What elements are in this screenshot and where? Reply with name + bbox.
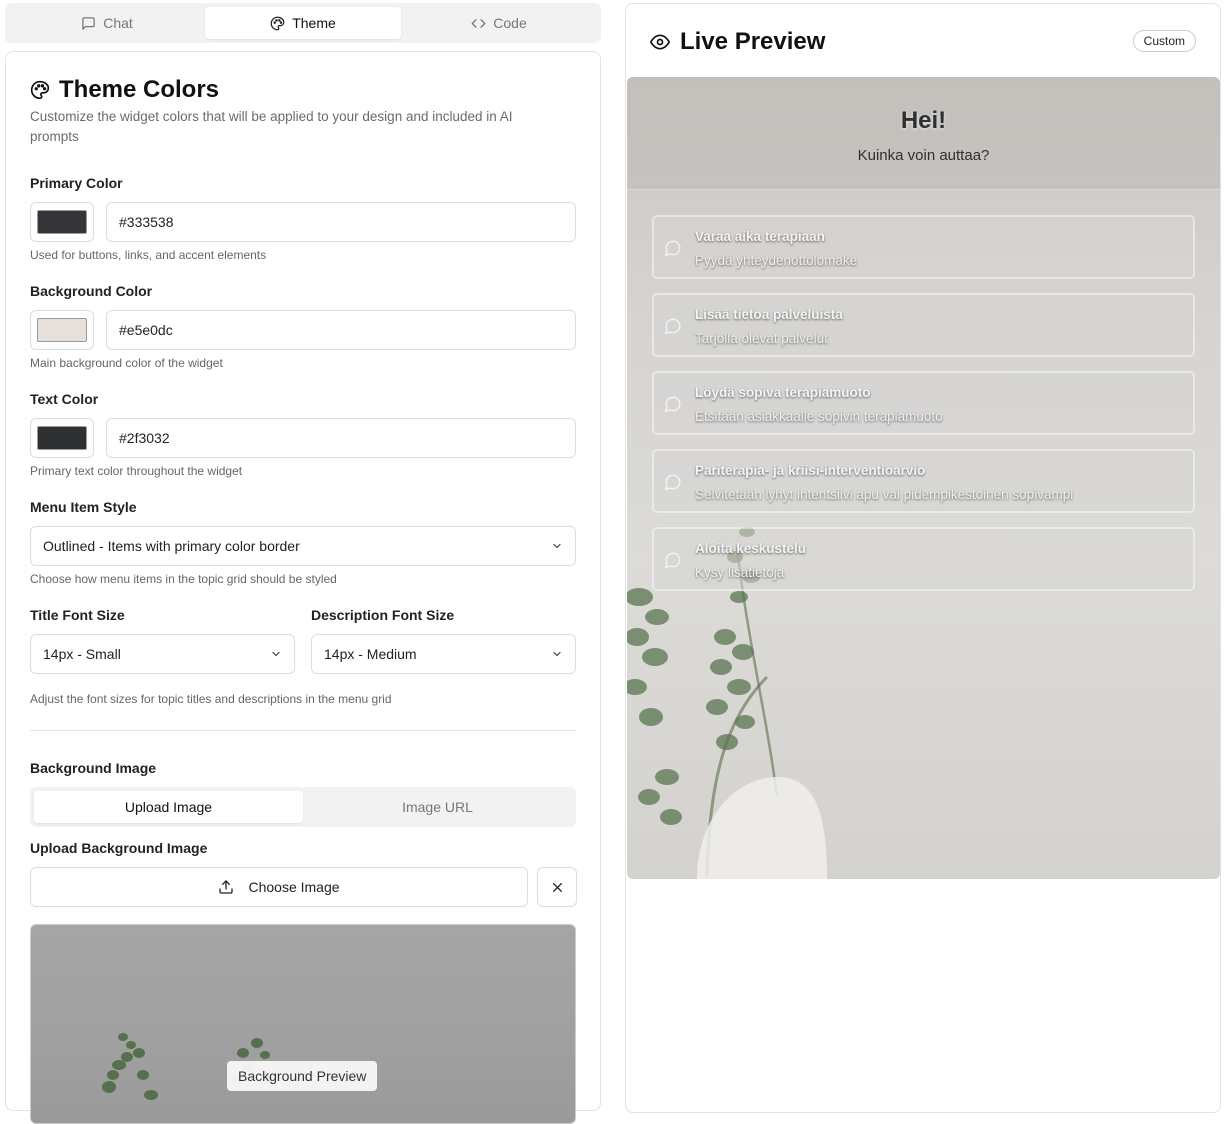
primary-color-help: Used for buttons, links, and accent elem… (30, 248, 267, 262)
clear-image-button[interactable] (537, 867, 577, 907)
tab-bar: Chat Theme Code (5, 3, 601, 43)
desc-font-select[interactable]: 14px - Medium (311, 634, 576, 674)
topic-item[interactable]: Pariterapia- ja kriisi-interventioarvio … (652, 449, 1195, 513)
topic-title: Aloita keskustelu (695, 541, 807, 556)
text-color-help: Primary text color throughout the widget (30, 464, 243, 478)
theme-title: Theme Colors (30, 76, 219, 104)
background-preview-caption: Background Preview (227, 1061, 378, 1091)
message-circle-icon (664, 552, 681, 569)
close-icon (552, 882, 562, 892)
text-color-label: Text Color (30, 391, 99, 407)
tab-code[interactable]: Code (401, 7, 597, 39)
image-url-tab[interactable]: Image URL (303, 791, 572, 823)
text-color-swatch (37, 426, 87, 450)
topic-title: Lisää tietoa palveluista (695, 307, 843, 322)
live-preview-title: Live Preview (650, 28, 825, 56)
background-color-picker[interactable] (30, 310, 94, 350)
primary-color-input[interactable]: #333538 (106, 202, 576, 242)
menu-style-help: Choose how menu items in the topic grid … (30, 572, 337, 586)
primary-color-swatch (37, 210, 87, 234)
code-icon (471, 18, 486, 28)
widget-greeting: Hei! (900, 107, 947, 134)
desc-font-label: Description Font Size (311, 607, 455, 623)
chevron-down-icon (553, 651, 561, 657)
plant-image (102, 1033, 277, 1100)
desc-font-value: 14px - Medium (324, 646, 417, 662)
topic-title: Varaa aika terapiaan (695, 229, 825, 244)
topic-menu: Varaa aika terapiaan Pyydä yhteydenottol… (652, 215, 1195, 605)
background-color-input[interactable]: #e5e0dc (106, 310, 576, 350)
topic-item[interactable]: Löydä sopiva terapiamuoto Etsitään asiak… (652, 371, 1195, 435)
topic-item[interactable]: Aloita keskustelu Kysy lisätietoja (652, 527, 1195, 591)
tab-theme-label: Theme (292, 15, 336, 31)
theme-title-text: Theme Colors (59, 76, 220, 103)
topic-item[interactable]: Lisää tietoa palveluista Tarjolla olevat… (652, 293, 1195, 357)
text-color-input[interactable]: #2f3032 (106, 418, 576, 458)
upload-image-tab[interactable]: Upload Image (34, 791, 303, 823)
theme-panel: Theme Colors Customize the widget colors… (5, 51, 601, 1124)
background-color-help: Main background color of the widget (30, 356, 223, 370)
font-size-help: Adjust the font sizes for topic titles a… (30, 692, 392, 706)
primary-color-picker[interactable] (30, 202, 94, 242)
menu-style-select[interactable]: Outlined - Items with primary color bord… (30, 526, 576, 566)
topic-description: Selvitetään lyhyt intentsiivi apu vai pi… (695, 487, 1074, 502)
chevron-down-icon (272, 651, 280, 657)
background-color-label: Background Color (30, 283, 153, 299)
topic-description: Etsitään asiakkaalle sopivin terapiamuot… (695, 409, 943, 424)
chat-widget-preview: Hei! Kuinka voin auttaa? Varaa aika tera… (627, 77, 1220, 879)
live-preview-panel: Live Preview Custom Hei! Kuinka voin aut… (625, 3, 1221, 1113)
topic-item[interactable]: Varaa aika terapiaan Pyydä yhteydenottol… (652, 215, 1195, 279)
choose-image-button[interactable]: Choose Image (30, 867, 528, 907)
tab-chat-label: Chat (103, 15, 133, 31)
topic-description: Tarjolla olevat palvelut (695, 331, 828, 346)
bg-image-label: Background Image (30, 760, 157, 776)
menu-style-label: Menu Item Style (30, 499, 137, 515)
widget-subgreeting: Kuinka voin auttaa? (857, 147, 990, 164)
primary-color-label: Primary Color (30, 175, 123, 191)
background-preview-image: Background Preview (30, 924, 576, 1124)
bg-image-source-toggle: Upload Image Image URL (30, 787, 576, 827)
title-font-select[interactable]: 14px - Small (30, 634, 295, 674)
background-color-swatch (37, 318, 87, 342)
live-preview-title-text: Live Preview (680, 28, 826, 55)
title-font-label: Title Font Size (30, 607, 125, 623)
theme-subtitle: Customize the widget colors that will be… (30, 109, 513, 144)
message-circle-icon (664, 240, 681, 257)
topic-title: Pariterapia- ja kriisi-interventioarvio (695, 463, 926, 478)
tab-chat[interactable]: Chat (9, 7, 205, 39)
topic-description: Kysy lisätietoja (695, 565, 785, 580)
custom-badge: Custom (1132, 30, 1196, 52)
upload-bg-label: Upload Background Image (30, 840, 208, 856)
tab-code-label: Code (493, 15, 527, 31)
message-circle-icon (664, 474, 681, 491)
palette-icon (270, 16, 285, 30)
widget-header: Hei! Kuinka voin auttaa? (627, 77, 1220, 190)
menu-style-value: Outlined - Items with primary color bord… (43, 538, 300, 554)
eye-icon (650, 34, 670, 50)
section-divider (30, 730, 576, 731)
choose-image-label: Choose Image (248, 879, 340, 895)
topic-description: Pyydä yhteydenottolomake (695, 253, 858, 268)
message-circle-icon (664, 396, 681, 413)
upload-icon (219, 880, 234, 894)
tab-theme[interactable]: Theme (205, 7, 401, 39)
chevron-down-icon (553, 543, 561, 549)
text-color-picker[interactable] (30, 418, 94, 458)
palette-icon (30, 80, 50, 100)
topic-title: Löydä sopiva terapiamuoto (695, 385, 871, 400)
message-square-icon (82, 16, 95, 30)
settings-column: Chat Theme Code Theme Colors Customize t… (5, 3, 601, 1124)
message-circle-icon (664, 318, 681, 335)
title-font-value: 14px - Small (43, 646, 121, 662)
